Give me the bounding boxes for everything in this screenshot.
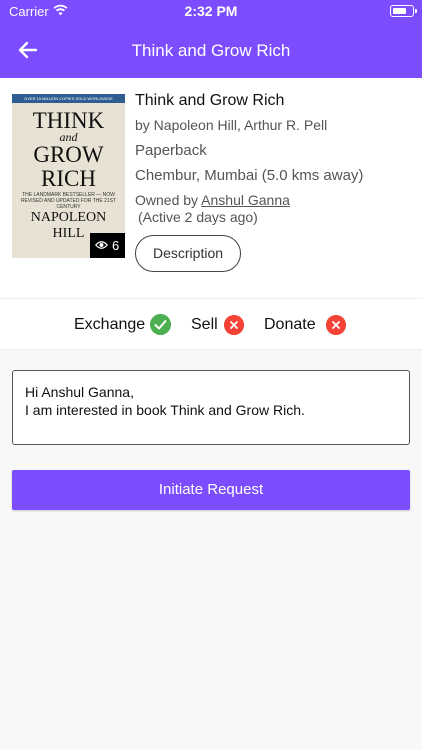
owned-by-label: Owned by — [135, 192, 199, 208]
cross-icon — [326, 315, 346, 335]
page-title: Think and Grow Rich — [131, 41, 291, 60]
eye-icon — [95, 241, 108, 249]
message-line: Hi Anshul Ganna, — [25, 384, 134, 400]
book-title: Think and Grow Rich — [135, 92, 285, 109]
view-count: 6 — [112, 238, 120, 253]
battery-icon — [390, 5, 417, 17]
cover-author-line: NAPOLEON — [30, 210, 107, 225]
book-location: Chembur, Mumbai (5.0 kms away) — [135, 167, 364, 184]
initiate-request-button[interactable]: Initiate Request — [12, 470, 410, 510]
availability-options: Exchange Sell Donate — [0, 298, 422, 350]
cover-subtitle: THE LANDMARK BESTSELLER — NOW REVISED AN… — [20, 192, 117, 210]
view-count-badge: 6 — [90, 233, 125, 258]
owner-name-link[interactable]: Anshul Ganna — [201, 192, 290, 208]
book-details-card: OVER 15 MILLION COPIES SOLD WORLDWIDE TH… — [0, 78, 422, 298]
owner-active-status: (Active 2 days ago) — [138, 209, 258, 225]
app-header: Carrier 2:32 PM Think and Grow Rich — [0, 0, 422, 78]
cross-icon — [224, 315, 244, 335]
book-authors: by Napoleon Hill, Arthur R. Pell — [135, 117, 328, 133]
status-bar: Carrier 2:32 PM — [0, 0, 422, 22]
book-format: Paperback — [135, 142, 207, 159]
owner-row: Owned by Anshul Ganna — [135, 192, 290, 208]
check-icon — [150, 314, 171, 335]
option-exchange-label: Exchange — [74, 316, 146, 333]
option-sell-label: Sell — [191, 316, 218, 333]
cover-title-line: GROW — [33, 142, 104, 167]
request-message-field[interactable]: Hi Anshul Ganna, I am interested in book… — [12, 370, 410, 445]
cover-title-line: RICH — [41, 166, 96, 191]
cover-banner: OVER 15 MILLION COPIES SOLD WORLDWIDE — [12, 94, 125, 103]
message-line: I am interested in book Think and Grow R… — [25, 402, 305, 418]
option-donate-label: Donate — [264, 316, 316, 333]
status-time: 2:32 PM — [184, 3, 238, 19]
description-button[interactable]: Description — [135, 235, 241, 272]
